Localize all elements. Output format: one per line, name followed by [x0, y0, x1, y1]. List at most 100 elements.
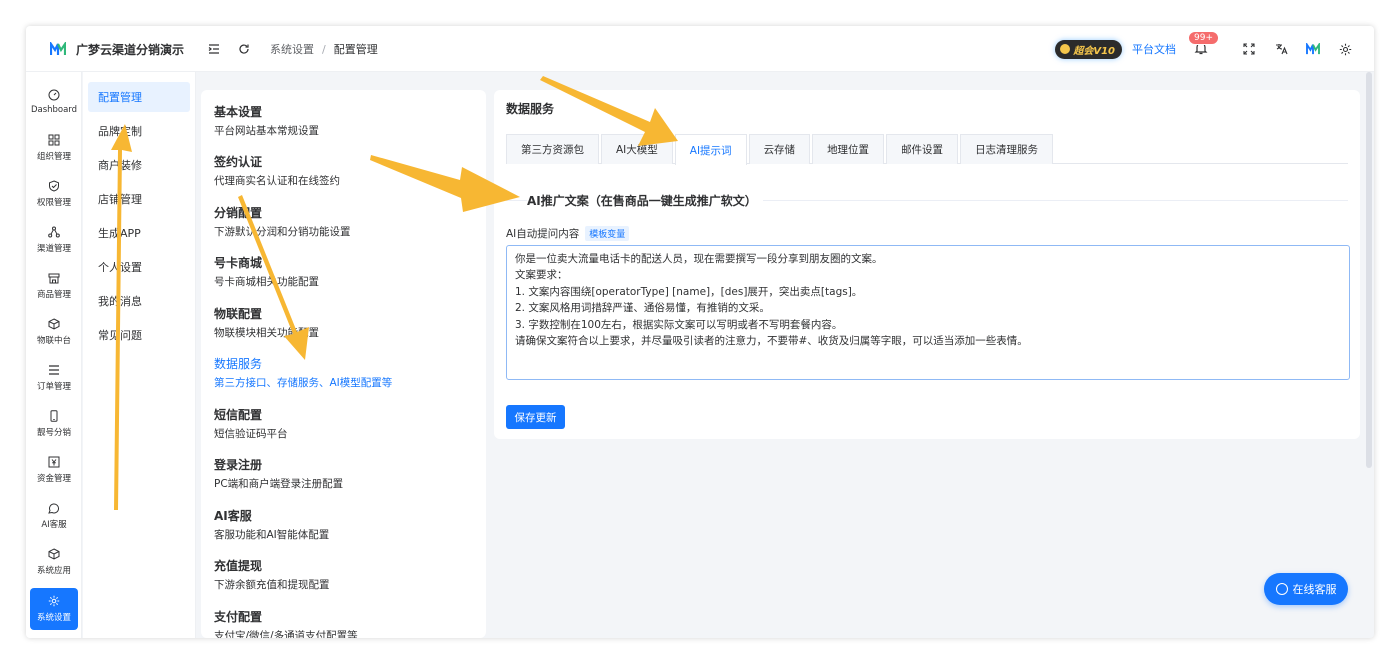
online-service-button[interactable]: 在线客服 [1264, 573, 1348, 605]
menu-fold-icon[interactable] [206, 41, 222, 57]
tab-email[interactable]: 邮件设置 [886, 134, 959, 164]
settings-item-title: AI客服 [214, 509, 252, 523]
settings-item-ai-service[interactable]: AI客服 客服功能和AI智能体配置 [214, 508, 474, 542]
section-title: AI推广文案（在售商品一键生成推广软文） [527, 192, 763, 209]
tab-geo-location[interactable]: 地理位置 [812, 134, 885, 164]
submenu-item-brand[interactable]: 品牌定制 [88, 116, 190, 146]
settings-item-basic[interactable]: 基本设置 平台网站基本常规设置 [214, 104, 474, 138]
vip-label: 超会V10 [1073, 45, 1115, 57]
settings-item-payment[interactable]: 支付配置 支付宝/微信/多通道支付配置等 [214, 609, 474, 638]
tab-ai-model[interactable]: AI大模型 [601, 134, 673, 164]
online-service-label: 在线客服 [1292, 583, 1337, 596]
rail-item-system-settings[interactable]: 系统设置 [30, 588, 78, 630]
tab-cloud-storage[interactable]: 云存储 [748, 134, 811, 164]
settings-item-title: 基本设置 [214, 105, 263, 119]
rail-item-channels[interactable]: 渠道管理 [30, 220, 78, 260]
settings-item-desc: 客服功能和AI智能体配置 [214, 529, 330, 541]
breadcrumb-item-system-settings[interactable]: 系统设置 [270, 41, 314, 57]
save-update-button[interactable]: 保存更新 [506, 405, 565, 429]
brand-logo-icon[interactable] [1306, 42, 1320, 56]
settings-item-sms[interactable]: 短信配置 短信验证码平台 [214, 407, 474, 441]
submenu-item-store[interactable]: 店铺管理 [88, 184, 190, 214]
app-title: 广梦云渠道分销演示 [76, 42, 185, 57]
settings-item-desc: 物联模块相关功能配置 [214, 327, 319, 339]
settings-item-recharge[interactable]: 充值提现 下游余额充值和提现配置 [214, 558, 474, 592]
rail-item-funds[interactable]: 资金管理 [30, 450, 78, 490]
submenu-item-config[interactable]: 配置管理 [88, 82, 190, 112]
submenu-item-merchant-decor[interactable]: 商户装修 [88, 150, 190, 180]
top-bar: 广梦云渠道分销演示 系统设置 / 配置管理 超会V10 平台文档 99+ [26, 26, 1374, 72]
rail-item-label: AI客服 [41, 520, 67, 530]
submenu-item-faq[interactable]: 常见问题 [88, 320, 190, 350]
submenu-item-app[interactable]: 生成APP [88, 218, 190, 248]
template-variables-tag[interactable]: 模板变量 [585, 226, 630, 241]
settings-item-desc: 代理商实名认证和在线签约 [214, 175, 340, 187]
rail-item-label: 靓号分销 [36, 428, 71, 438]
rail-item-numbers[interactable]: 靓号分销 [30, 404, 78, 444]
rail-item-label: 组织管理 [36, 152, 71, 162]
network-icon [48, 226, 60, 238]
settings-gear-icon[interactable] [1338, 42, 1352, 56]
shield-icon [49, 180, 59, 192]
tab-third-party[interactable]: 第三方资源包 [506, 134, 599, 164]
store-icon [48, 273, 60, 284]
settings-item-desc: 第三方接口、存储服务、AI模型配置等 [214, 377, 393, 389]
rail-item-label: 订单管理 [36, 382, 71, 392]
refresh-icon[interactable] [236, 41, 252, 57]
prompt-textarea[interactable] [506, 245, 1350, 380]
rail-item-dashboard[interactable]: Dashboard [30, 82, 78, 122]
vip-badge[interactable]: 超会V10 [1055, 39, 1122, 59]
rail-item-label: 物联中台 [36, 336, 71, 346]
rail-item-iot[interactable]: 物联中台 [30, 312, 78, 352]
logo-area[interactable]: 广梦云渠道分销演示 [26, 26, 196, 72]
settings-item-title: 签约认证 [214, 155, 263, 169]
settings-item-title: 数据服务 [214, 357, 263, 371]
settings-item-desc: 号卡商城相关功能配置 [214, 276, 319, 288]
rail-item-system-apps[interactable]: 系统应用 [30, 542, 78, 582]
notification-count: 99+ [1188, 31, 1219, 45]
rail-item-label: 资金管理 [36, 474, 71, 484]
submenu-item-personal[interactable]: 个人设置 [88, 252, 190, 282]
settings-item-title: 登录注册 [214, 458, 263, 472]
money-icon [48, 456, 60, 468]
settings-item-iot[interactable]: 物联配置 物联模块相关功能配置 [214, 306, 474, 340]
translate-icon[interactable] [1274, 42, 1288, 56]
breadcrumb: 系统设置 / 配置管理 [270, 41, 378, 57]
chat-bubble-icon [1275, 583, 1288, 595]
tab-log-cleanup[interactable]: 日志清理服务 [960, 134, 1054, 164]
settings-item-card-mall[interactable]: 号卡商城 号卡商城相关功能配置 [214, 255, 474, 289]
gear-icon [48, 595, 60, 607]
prompt-field-label: AI自动提问内容 模板变量 [506, 226, 630, 241]
notification-button[interactable]: 99+ [1188, 31, 1219, 57]
rail-item-label: 系统应用 [36, 566, 71, 576]
settings-item-distribution[interactable]: 分销配置 下游默认分润和分销功能设置 [214, 205, 474, 239]
settings-item-signing[interactable]: 签约认证 代理商实名认证和在线签约 [214, 154, 474, 188]
rail-item-label: 渠道管理 [36, 244, 71, 254]
tab-ai-prompt[interactable]: AI提示词 [674, 134, 747, 165]
rail-item-products[interactable]: 商品管理 [30, 266, 78, 306]
rail-item-permissions[interactable]: 权限管理 [30, 174, 78, 214]
settings-item-desc: 短信验证码平台 [214, 428, 288, 440]
secondary-menu: 配置管理 品牌定制 商户装修 店铺管理 生成APP 个人设置 我的消息 常见问题 [83, 72, 196, 638]
settings-item-login[interactable]: 登录注册 PC端和商户端登录注册配置 [214, 457, 474, 491]
primary-nav-rail: Dashboard 组织管理 权限管理 渠道管理 商品管理 物联中台 订单管理 [26, 72, 82, 638]
data-service-panel: 数据服务 第三方资源包 AI大模型 AI提示词 云存储 地理位置 邮件设置 日志… [494, 90, 1360, 439]
crown-icon [1060, 44, 1071, 54]
grid-icon [48, 134, 60, 146]
settings-item-data-service[interactable]: 数据服务 第三方接口、存储服务、AI模型配置等 [214, 356, 474, 390]
rail-item-organization[interactable]: 组织管理 [30, 128, 78, 168]
rail-item-label: 权限管理 [36, 198, 71, 208]
page-scrollbar[interactable] [1366, 72, 1372, 468]
rail-item-orders[interactable]: 订单管理 [30, 358, 78, 398]
fullscreen-icon[interactable] [1242, 42, 1256, 56]
phone-icon [50, 410, 58, 422]
submenu-item-messages[interactable]: 我的消息 [88, 286, 190, 316]
platform-docs-link[interactable]: 平台文档 [1132, 41, 1176, 57]
settings-item-title: 充值提现 [214, 559, 263, 573]
settings-item-desc: 平台网站基本常规设置 [214, 125, 319, 137]
service-tabs: 第三方资源包 AI大模型 AI提示词 云存储 地理位置 邮件设置 日志清理服务 [506, 134, 1348, 165]
cube-icon [48, 318, 60, 330]
settings-item-desc: 下游默认分润和分销功能设置 [214, 226, 351, 238]
settings-item-title: 号卡商城 [214, 256, 263, 270]
rail-item-ai-service[interactable]: AI客服 [30, 496, 78, 536]
